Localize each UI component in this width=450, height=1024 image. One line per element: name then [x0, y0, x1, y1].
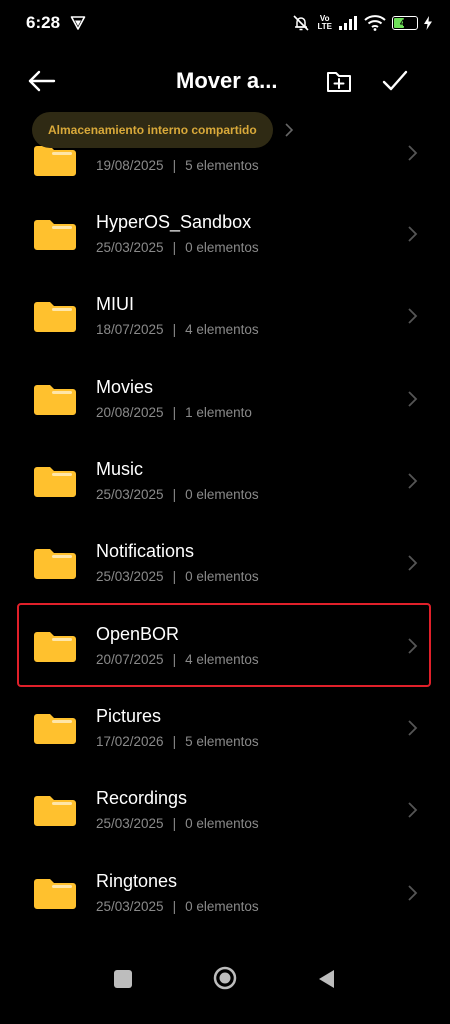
folder-date: 25/03/2025 [96, 816, 164, 831]
meta-separator: | [172, 734, 177, 749]
folder-date: 25/03/2025 [96, 487, 164, 502]
folder-meta: 25/03/2025 | 0 elementos [96, 899, 259, 914]
volte-indicator: Vo LTE [317, 15, 332, 31]
meta-separator: | [172, 240, 177, 255]
mute-bell-icon [293, 15, 310, 31]
chevron-right-icon [408, 226, 418, 242]
status-time: 6:28 [26, 13, 61, 32]
folder-date: 25/03/2025 [96, 899, 164, 914]
chevron-right-icon [408, 308, 418, 324]
chevron-right-icon [408, 720, 418, 736]
chevron-right-icon [408, 145, 418, 161]
folder-count: 0 elementos [185, 487, 259, 502]
folder-count: 0 elementos [185, 816, 259, 831]
chevron-right-icon [285, 123, 293, 137]
folder-meta: 25/03/2025 | 0 elementos [96, 569, 259, 584]
header: Mover a... [0, 56, 450, 106]
chevron-right-icon [408, 391, 418, 407]
meta-separator: | [172, 816, 177, 831]
highlight-box [17, 603, 431, 687]
battery-level: 48 [399, 18, 410, 28]
folder-meta: 25/03/2025 | 0 elementos [96, 816, 259, 831]
folder-icon [34, 220, 76, 250]
folder-row[interactable]: MIUI 18/07/2025 | 4 elementos [0, 274, 450, 356]
folder-row[interactable]: HyperOS_Sandbox 25/03/2025 | 0 elementos [0, 192, 450, 274]
folder-name: Recordings [96, 788, 188, 808]
folder-icon [34, 467, 76, 497]
meta-separator: | [172, 405, 177, 420]
folder-date: 19/08/2025 [96, 158, 164, 173]
folder-icon [34, 796, 76, 826]
folder-row[interactable]: Recordings 25/03/2025 | 0 elementos [0, 768, 450, 850]
folder-name: Music [96, 459, 144, 479]
folder-name: Ringtones [96, 871, 178, 891]
folder-icon [34, 302, 76, 332]
chevron-right-icon [408, 802, 418, 818]
folder-name: MIUI [96, 294, 134, 314]
charging-bolt-icon [424, 16, 432, 30]
folder-meta: 20/08/2025 | 1 elemento [96, 405, 252, 420]
meta-separator: | [172, 158, 177, 173]
folder-meta: 25/03/2025 | 0 elementos [96, 240, 259, 255]
vpn-shield-icon [70, 16, 86, 30]
folder-date: 18/07/2025 [96, 322, 164, 337]
screen: 19/08/2025 | 5 elementos HyperOS_Sandbox 2… [0, 0, 450, 1024]
folder-date: 25/03/2025 [96, 569, 164, 584]
folder-name: HyperOS_Sandbox [96, 212, 252, 232]
folder-row[interactable]: Ringtones 25/03/2025 | 0 elementos [0, 851, 450, 933]
page-title: Mover a... [176, 68, 278, 93]
folder-meta: 18/07/2025 | 4 elementos [96, 322, 259, 337]
folder-count: 0 elementos [185, 899, 259, 914]
chevron-right-icon [408, 473, 418, 489]
folder-count: 0 elementos [185, 240, 259, 255]
battery-icon: 48 [392, 16, 418, 30]
folder-count: 1 elemento [185, 405, 252, 420]
folder-count: 5 elementos [185, 734, 259, 749]
folder-row[interactable]: Pictures 17/02/2026 | 5 elementos [0, 686, 450, 768]
recents-square-icon[interactable] [114, 970, 132, 988]
chevron-right-icon [408, 555, 418, 571]
folder-row[interactable]: Notifications 25/03/2025 | 0 elementos [0, 521, 450, 603]
folder-name: Pictures [96, 706, 162, 726]
folder-count: 0 elementos [185, 569, 259, 584]
folder-count: 4 elementos [185, 322, 259, 337]
meta-separator: | [172, 899, 177, 914]
folder-meta: 25/03/2025 | 0 elementos [96, 487, 259, 502]
checkmark-icon[interactable] [378, 64, 412, 98]
home-circle-icon[interactable] [213, 966, 237, 990]
back-triangle-icon[interactable] [316, 968, 336, 990]
meta-separator: | [172, 569, 177, 584]
folder-date: 17/02/2026 [96, 734, 164, 749]
folder-icon [34, 549, 76, 579]
folder-icon [34, 879, 76, 909]
folder-icon [34, 714, 76, 744]
signal-icon [339, 16, 357, 30]
back-arrow-icon[interactable] [24, 64, 58, 98]
status-icons: Vo LTE 48 [291, 12, 432, 34]
folder-date: 20/08/2025 [96, 405, 164, 420]
folder-count: 5 elementos [185, 158, 259, 173]
chevron-right-icon [408, 885, 418, 901]
folder-name: Notifications [96, 541, 195, 561]
folder-row[interactable]: Music 25/03/2025 | 0 elementos [0, 439, 450, 521]
wifi-icon [364, 15, 386, 31]
folder-icon [34, 385, 76, 415]
meta-separator: | [172, 487, 177, 502]
volte-bottom-label: LTE [317, 22, 332, 31]
new-folder-icon[interactable] [324, 66, 354, 96]
folder-meta: 19/08/2025 | 5 elementos [96, 158, 259, 173]
folder-meta: 17/02/2026 | 5 elementos [96, 734, 259, 749]
meta-separator: | [172, 322, 177, 337]
folder-name: Movies [96, 377, 154, 397]
breadcrumb-storage-chip[interactable]: Almacenamiento interno compartido [32, 112, 273, 148]
status-bar: 6:28 Vo LTE 48 [0, 0, 450, 48]
breadcrumb: Almacenamiento interno compartido [32, 112, 295, 148]
folder-date: 25/03/2025 [96, 240, 164, 255]
folder-row[interactable]: Movies 20/08/2025 | 1 elemento [0, 357, 450, 439]
navigation-bar [0, 954, 450, 1024]
